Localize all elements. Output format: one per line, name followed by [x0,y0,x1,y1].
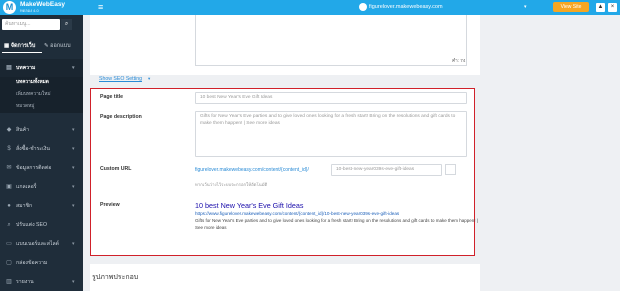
page-background [487,15,620,291]
seo-preview-description: Gifts for New Year's Eve parties and to … [195,218,478,230]
custom-url-base: figurelover.makewebeasy.com/content/{con… [195,167,309,173]
sidebar-item-members[interactable]: ● สมาชิก ▾ [0,197,83,215]
brand-name: MakeWebEasy [20,1,66,8]
chevron-down-icon: ▾ [72,203,75,209]
sidebar-item-orders[interactable]: $ สั่งซื้อ-ชำระเงิน ▾ [0,140,83,158]
search-icon[interactable]: ⌕ [61,19,72,30]
custom-url-label: Custom URL [100,166,132,172]
page-title-label: Page title [100,94,124,100]
chevron-down-icon: ▾ [72,127,75,133]
image-section-title: รูปภาพประกอบ [92,274,139,281]
contact-icon: ✉ [6,165,12,171]
cart-icon: ◆ [6,127,12,133]
bell-icon[interactable]: ▲ [596,3,605,12]
chevron-down-icon: ▾ [72,184,75,190]
seo-preview-url: https://www.figurelover.makewebeasy.com/… [195,211,400,216]
custom-url-input[interactable]: 10-best-new-year039s-eve-gift-ideas [331,164,442,176]
member-icon: ● [7,203,11,209]
sidebar-item-textbox[interactable]: ▢ กล่องข้อความ [0,254,83,272]
chevron-down-icon: ▾ [72,279,75,285]
image-section-panel [90,264,480,291]
top-bar: M MakeWebEasy ทดลอง 4.0 ≡ figurelover.ma… [0,0,620,15]
url-preview-icon [445,164,456,175]
brand-subtitle: ทดลอง 4.0 [20,8,39,13]
chevron-down-icon: ▾ [72,241,75,247]
chevron-down-icon[interactable]: ▾ [524,4,527,10]
chevron-down-icon: ▾ [72,165,75,171]
user-email[interactable]: figurelover.makewebeasy.com [369,4,443,11]
sidebar-item-articles[interactable]: ▤ บทความ ▾ [0,59,83,77]
page-title-input[interactable]: 10 best New Year's Eve Gift Ideas [195,92,467,104]
user-avatar[interactable] [359,3,367,11]
sidebar-item-banners[interactable]: ▭ แบนเนอร์และสไลด์ ▾ [0,235,83,253]
show-seo-setting-link[interactable]: Show SEO Setting [99,76,142,82]
page-description-label: Page description [100,114,142,120]
tab-manage-site[interactable]: ▦ จัดการเว็บ [4,39,35,53]
banner-icon: ▭ [6,241,12,247]
sidebar-tabs: ▦ จัดการเว็บ ✎ ออกแบบ [0,39,83,53]
article-content-editor[interactable] [195,15,467,66]
chevron-down-icon: ▾ [72,146,75,152]
report-icon: ▥ [6,279,12,285]
gallery-icon: ▣ [6,184,12,190]
doc-icon: ▤ [6,65,12,71]
sidebar-item-reports[interactable]: ▥ รายงาน ▾ [0,273,83,291]
sidebar-subitem-categories[interactable]: หมวดหมู่ [0,101,83,113]
sidebar-item-seo[interactable]: ⌕ ปรับแต่ง SEO [0,216,83,234]
active-tab-indicator [2,52,42,53]
sidebar-search-input[interactable]: ค้นหาเมนู... [2,19,60,30]
close-icon[interactable]: × [608,3,617,12]
chevron-down-icon: ▾ [72,65,75,71]
view-site-button[interactable]: View Site [553,2,589,12]
page-description-textarea[interactable]: Gifts for New Year's Eve parties and to … [195,111,467,157]
menu-toggle-icon[interactable]: ≡ [98,3,103,12]
sidebar-item-contacts[interactable]: ✉ ข้อมูลการติดต่อ ▾ [0,159,83,177]
sidebar-item-products[interactable]: ◆ สินค้า ▾ [0,121,83,139]
order-icon: $ [7,146,11,152]
seo-preview-title: 10 best New Year's Eve Gift Ideas [195,201,304,210]
tab-design[interactable]: ✎ ออกแบบ [44,39,71,53]
seo-icon: ⌕ [7,222,11,228]
word-counter: คำ: 74 [452,58,466,63]
custom-url-hint: หากเว้นว่างไว้ระบบจะกรอกให้อัตโนมัติ [195,182,268,187]
sidebar-subitem-all-articles[interactable]: บทความทั้งหมด [0,77,83,89]
preview-label: Preview [100,202,120,208]
box-icon: ▢ [6,260,12,266]
sidebar-item-gallery[interactable]: ▣ แกลเลอรี่ ▾ [0,178,83,196]
makewebeasy-logo[interactable]: M [3,1,16,14]
sidebar-subitem-add-article[interactable]: เพิ่มบทความใหม่ [0,89,83,101]
chevron-down-icon[interactable]: ▾ [148,76,150,82]
